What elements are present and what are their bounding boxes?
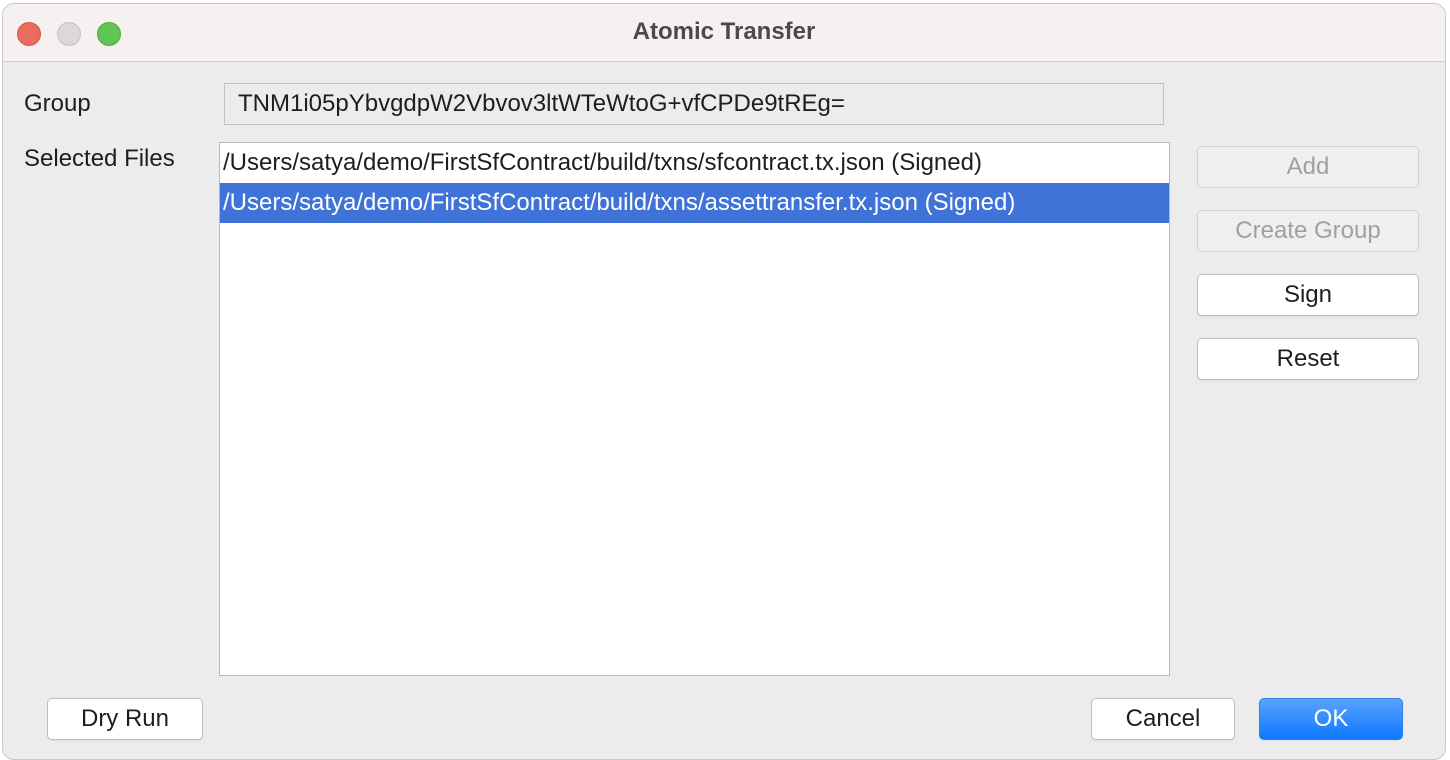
reset-button[interactable]: Reset xyxy=(1197,338,1419,380)
selected-files-label: Selected Files xyxy=(24,145,175,172)
add-button[interactable]: Add xyxy=(1197,146,1419,188)
window-title: Atomic Transfer xyxy=(632,18,816,45)
ok-button[interactable]: OK xyxy=(1259,698,1403,740)
title-bar: Atomic Transfer xyxy=(3,4,1445,62)
selected-files-list[interactable]: /Users/satya/demo/FirstSfContract/build/… xyxy=(219,142,1170,676)
create-group-button[interactable]: Create Group xyxy=(1197,210,1419,252)
group-label: Group xyxy=(24,90,91,117)
sign-button[interactable]: Sign xyxy=(1197,274,1419,316)
atomic-transfer-dialog: Atomic Transfer Group TNM1i05pYbvgdpW2Vb… xyxy=(2,3,1446,760)
file-list-item[interactable]: /Users/satya/demo/FirstSfContract/build/… xyxy=(220,143,1169,183)
cancel-button[interactable]: Cancel xyxy=(1091,698,1235,740)
group-id-field[interactable]: TNM1i05pYbvgdpW2Vbvov3ltWTeWtoG+vfCPDe9t… xyxy=(224,83,1164,125)
file-list-item-selected[interactable]: /Users/satya/demo/FirstSfContract/build/… xyxy=(220,183,1169,223)
dry-run-button[interactable]: Dry Run xyxy=(47,698,203,740)
